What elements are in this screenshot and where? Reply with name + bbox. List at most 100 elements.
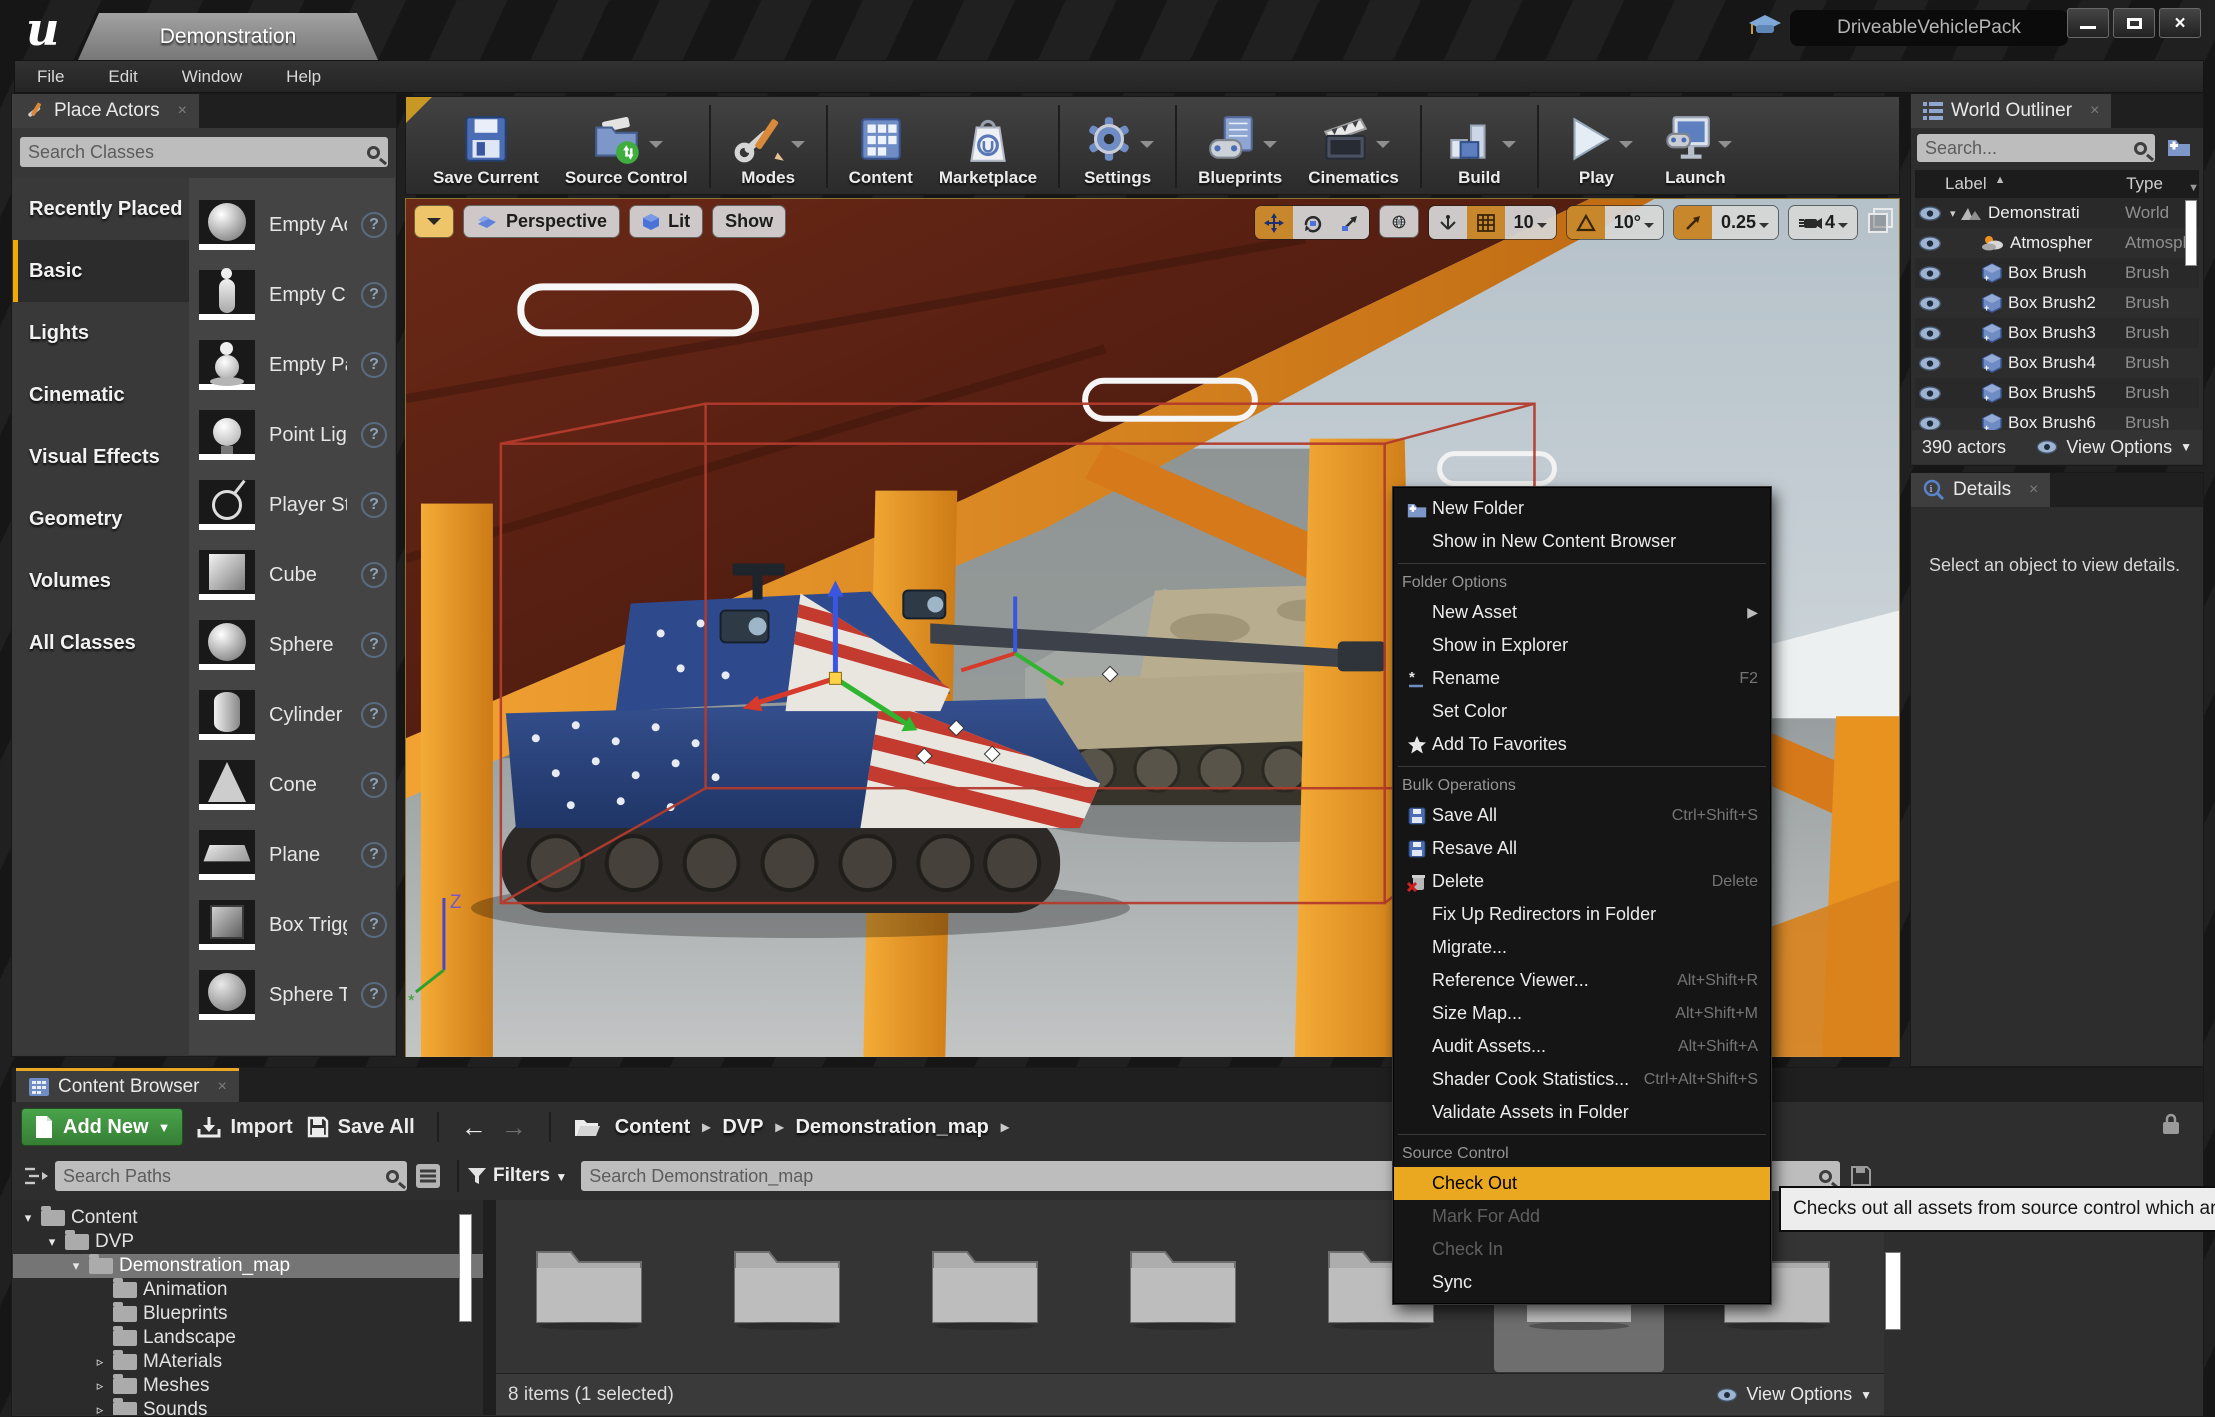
scale-snap-value[interactable]: 0.25	[1712, 206, 1778, 239]
maximize-button[interactable]	[2113, 8, 2155, 38]
tree-item-animation[interactable]: Animation	[13, 1278, 483, 1302]
outliner-search-input[interactable]: Search...	[1917, 134, 2155, 162]
visibility-eye-icon[interactable]	[1915, 326, 1945, 341]
place-item-player[interactable]: Player Sta?	[199, 470, 395, 540]
visibility-eye-icon[interactable]	[1915, 386, 1945, 401]
menu-item-validate-assets-in-folder[interactable]: Validate Assets in Folder	[1394, 1096, 1770, 1129]
new-folder-icon[interactable]	[2165, 134, 2195, 162]
outliner-row[interactable]: +Box BrushBrush	[1915, 258, 2199, 288]
close-icon[interactable]: ×	[218, 1078, 227, 1096]
visibility-eye-icon[interactable]	[1915, 266, 1945, 281]
outliner-scrollbar[interactable]	[2185, 200, 2197, 266]
tab-details[interactable]: i Details ×	[1911, 473, 2050, 507]
chevron-right-icon[interactable]: ▹	[93, 1354, 107, 1370]
launch-button[interactable]: Launch	[1646, 101, 1745, 192]
import-button[interactable]: Import	[197, 1116, 292, 1139]
chevron-right-icon[interactable]: ▹	[93, 1378, 107, 1394]
menu-item-add-to-favorites[interactable]: Add To Favorites	[1394, 728, 1770, 761]
menu-item-delete[interactable]: DeleteDelete	[1394, 865, 1770, 898]
viewport-options-button[interactable]	[414, 205, 454, 238]
outliner-row[interactable]: +Box Brush5Brush	[1915, 378, 2199, 408]
blueprints-button[interactable]: Blueprints	[1185, 101, 1295, 192]
menu-item-shader-cook-statistics[interactable]: Shader Cook Statistics...Ctrl+Alt+Shift+…	[1394, 1063, 1770, 1096]
surface-snap-button[interactable]	[1429, 206, 1467, 239]
outliner-row[interactable]: ▾DemonstratiWorld	[1915, 198, 2199, 228]
outliner-row[interactable]: AtmospherAtmospl	[1915, 228, 2199, 258]
show-button[interactable]: Show	[712, 205, 786, 238]
breadcrumb-content[interactable]: Content	[615, 1116, 691, 1139]
list-view-icon[interactable]	[415, 1163, 441, 1189]
angle-snap-value[interactable]: 10°	[1605, 206, 1663, 239]
tree-item-sounds[interactable]: ▹Sounds	[13, 1398, 483, 1415]
scale-tool-button[interactable]	[1331, 206, 1369, 239]
menu-item-migrate[interactable]: Migrate...	[1394, 931, 1770, 964]
outliner-row[interactable]: +Box Brush4Brush	[1915, 348, 2199, 378]
help-icon[interactable]: ?	[361, 982, 387, 1008]
filters-button[interactable]: Filters ▼	[493, 1165, 567, 1187]
chevron-down-icon[interactable]: ▾	[45, 1234, 59, 1250]
menu-item-show-in-new-content-browser[interactable]: Show in New Content Browser	[1394, 525, 1770, 558]
close-icon[interactable]: ×	[178, 102, 187, 120]
move-tool-button[interactable]	[1255, 206, 1293, 239]
outliner-row[interactable]: +Box Brush2Brush	[1915, 288, 2199, 318]
menu-item-resave-all[interactable]: Resave All	[1394, 832, 1770, 865]
visibility-eye-icon[interactable]	[1915, 416, 1945, 431]
place-item-cube[interactable]: Cube?	[199, 540, 395, 610]
help-icon[interactable]: ?	[361, 772, 387, 798]
sources-toggle-icon[interactable]	[23, 1165, 49, 1187]
help-icon[interactable]: ?	[361, 352, 387, 378]
close-icon[interactable]: ×	[2090, 102, 2099, 120]
rotate-tool-button[interactable]	[1293, 206, 1331, 239]
place-item-cylinder[interactable]: Cylinder?	[199, 680, 395, 750]
folder-tile[interactable]	[1098, 1224, 1268, 1372]
lock-icon[interactable]	[2161, 1112, 2181, 1136]
sidebar-item-recently-placed[interactable]: Recently Placed	[13, 178, 189, 240]
place-item-cone[interactable]: Cone?	[199, 750, 395, 820]
back-button[interactable]: ←	[461, 1112, 487, 1143]
visibility-eye-icon[interactable]	[1915, 356, 1945, 371]
add-new-button[interactable]: Add New ▼	[21, 1108, 183, 1146]
scale-snap-toggle[interactable]	[1674, 206, 1712, 239]
angle-snap-toggle[interactable]	[1567, 206, 1605, 239]
close-icon[interactable]: ×	[2029, 481, 2038, 499]
sidebar-item-basic[interactable]: Basic	[13, 240, 189, 302]
place-item-plane[interactable]: Plane?	[199, 820, 395, 890]
menu-item-fix-up-redirectors-in-folder[interactable]: Fix Up Redirectors in Folder	[1394, 898, 1770, 931]
camera-speed-button[interactable]: 4	[1789, 206, 1857, 239]
menu-edit[interactable]: Edit	[108, 67, 137, 87]
help-icon[interactable]: ?	[361, 842, 387, 868]
place-item-sphere[interactable]: Sphere?	[199, 610, 395, 680]
chevron-down-icon[interactable]: ▾	[69, 1258, 83, 1274]
cb-view-options[interactable]: View Options ▼	[1716, 1384, 1872, 1405]
menu-item-size-map[interactable]: Size Map...Alt+Shift+M	[1394, 997, 1770, 1030]
outliner-row[interactable]: +Box Brush3Brush	[1915, 318, 2199, 348]
folder-tile[interactable]	[900, 1224, 1070, 1372]
menu-window[interactable]: Window	[182, 67, 242, 87]
chevron-down-icon[interactable]: ▾	[21, 1210, 35, 1226]
column-label[interactable]: Label	[1945, 174, 1987, 194]
settings-button[interactable]: Settings	[1068, 101, 1167, 192]
outliner-row[interactable]: +Box Brush6Brush	[1915, 408, 2199, 432]
menu-item-check-out[interactable]: Check Out	[1394, 1167, 1770, 1200]
menu-item-sync[interactable]: Sync	[1394, 1266, 1770, 1299]
place-item-boxtrigger[interactable]: Box Trigge?	[199, 890, 395, 960]
column-type[interactable]: Type	[2126, 174, 2188, 194]
visibility-eye-icon[interactable]	[1915, 236, 1945, 251]
tree-item-demonstration_map[interactable]: ▾Demonstration_map	[13, 1254, 483, 1278]
world-local-toggle[interactable]	[1379, 205, 1419, 238]
menu-item-new-asset[interactable]: New Asset▶	[1394, 596, 1770, 629]
folder-tile[interactable]	[504, 1224, 674, 1372]
menu-file[interactable]: File	[37, 67, 64, 87]
tree-item-content[interactable]: ▾Content	[13, 1206, 483, 1230]
build-button[interactable]: Build	[1430, 101, 1529, 192]
help-icon[interactable]: ?	[361, 912, 387, 938]
place-item-character[interactable]: Empty Cha?	[199, 260, 395, 330]
asset-scrollbar[interactable]	[1885, 1252, 1901, 1330]
close-button[interactable]: ×	[2159, 8, 2201, 38]
maximize-viewport-icon[interactable]	[1867, 208, 1893, 234]
modes-button[interactable]: Modes	[719, 101, 818, 192]
sidebar-item-all-classes[interactable]: All Classes	[13, 612, 189, 674]
cinematics-button[interactable]: Cinematics	[1295, 101, 1412, 192]
help-icon[interactable]: ?	[361, 562, 387, 588]
outliner-view-options[interactable]: View Options ▼	[2036, 437, 2192, 458]
